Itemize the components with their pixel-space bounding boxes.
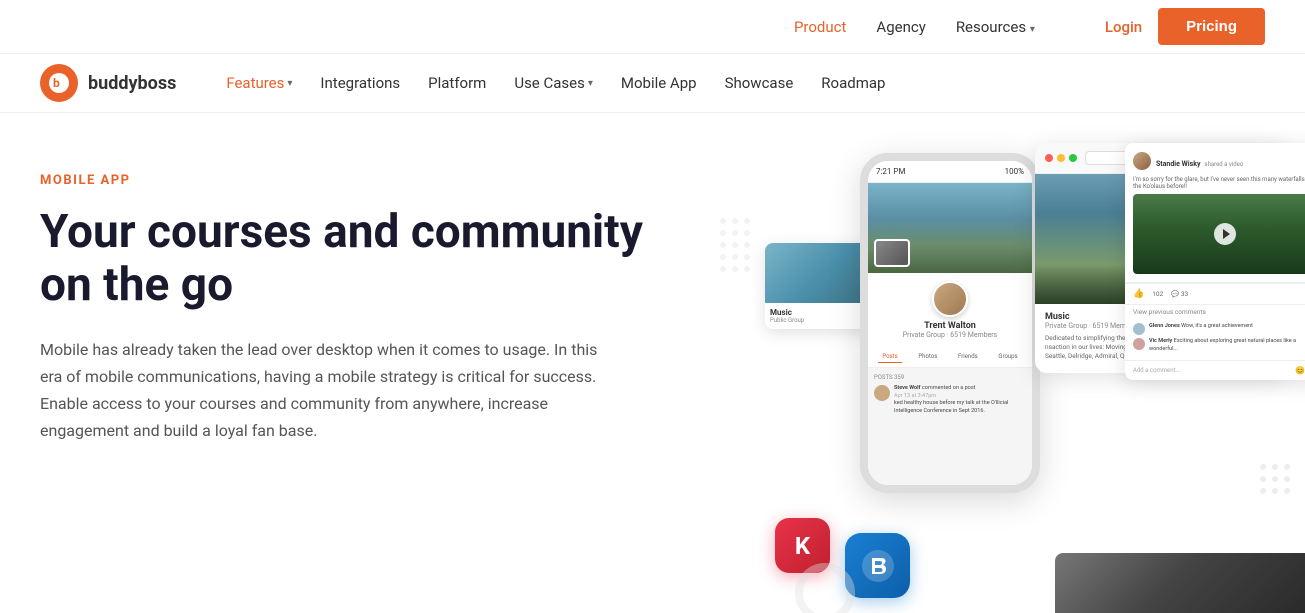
add-comment-placeholder: Add a comment...: [1133, 367, 1180, 374]
machinery-bg: [1055, 553, 1305, 613]
nav-use-cases[interactable]: Use Cases ▾: [514, 74, 593, 92]
top-nav: Product Agency Resources ▾: [794, 18, 1035, 36]
view-comments-label: View previous comments: [1125, 304, 1305, 319]
pricing-button[interactable]: Pricing: [1158, 8, 1265, 45]
header-bottom: b buddyboss Features ▾ Integrations Plat…: [0, 54, 1305, 112]
comments-count: 💬 33: [1171, 290, 1188, 298]
phone-screen: 7:21 PM 100% Trent Walton Private Group …: [868, 161, 1032, 485]
post-avatar: [874, 385, 890, 401]
poster-name: Steve Wolf: [894, 385, 921, 391]
thumbs-up-icon: 👍: [1133, 289, 1144, 299]
phone-profile: Trent Walton Private Group · 6519 Member…: [868, 273, 1032, 347]
maximize-dot: [1069, 154, 1077, 162]
post-text: Steve Wolf commented on a post Apr 13 at…: [894, 385, 1026, 416]
login-button[interactable]: Login: [1105, 18, 1142, 36]
nav-resources-label: Resources: [956, 18, 1026, 36]
svg-text:b: b: [53, 76, 60, 90]
chevron-down-icon: ▾: [1030, 24, 1035, 35]
window-controls: [1045, 154, 1077, 162]
social-card: Standie Wisky shared a video I'm so sorr…: [1125, 143, 1305, 380]
chevron-down-icon: ▾: [287, 78, 292, 89]
comment-item-1: Glenn Jones Wow, it's a great achievemen…: [1133, 323, 1305, 335]
social-user-info: Standie Wisky shared a video: [1156, 151, 1243, 170]
description-text: Mobile has already taken the lead over d…: [40, 336, 600, 445]
comment-text-2: Vic Merly Exciting about exploring great…: [1149, 338, 1305, 353]
comment-preview: I'm so sorry for the glare, but I've nev…: [1133, 174, 1305, 194]
social-avatar: [1133, 152, 1151, 170]
phone-nav-photos[interactable]: Photos: [914, 351, 941, 363]
comment-text-1: Glenn Jones Wow, it's a great achievemen…: [1149, 323, 1253, 331]
social-action-text: shared a video: [1204, 161, 1243, 168]
phone-nav-groups[interactable]: Groups: [994, 351, 1021, 363]
social-reactions: 👍 102 💬 33: [1125, 283, 1305, 304]
avatar: [932, 281, 968, 317]
main-content: MOBILE APP Your courses and community on…: [0, 113, 1305, 613]
header-top: Product Agency Resources ▾ Login Pricing: [0, 0, 1305, 54]
post-item: Steve Wolf commented on a post Apr 13 at…: [874, 385, 1026, 416]
social-comments: Glenn Jones Wow, it's a great achievemen…: [1125, 319, 1305, 360]
social-video: [1133, 194, 1305, 274]
phone-content: POSTS 359 Steve Wolf commented on a post…: [868, 368, 1032, 428]
logo-text: buddyboss: [88, 73, 176, 94]
phone-status-bar: 7:21 PM 100%: [868, 161, 1032, 183]
profile-subtitle: Private Group · 6519 Members: [876, 331, 1024, 339]
bottom-nav: Features ▾ Integrations Platform Use Cas…: [226, 74, 885, 92]
phone-battery: 100%: [1005, 167, 1024, 176]
play-button[interactable]: [1214, 223, 1236, 245]
comment-avatar-1: [1133, 323, 1145, 335]
phone-mockup: 7:21 PM 100% Trent Walton Private Group …: [860, 153, 1040, 493]
phone-nav-posts[interactable]: Posts: [878, 351, 901, 363]
top-actions: Login Pricing: [1105, 8, 1265, 45]
social-user-row: Standie Wisky shared a video: [1133, 151, 1305, 170]
nav-showcase[interactable]: Showcase: [725, 74, 794, 92]
section-label: MOBILE APP: [40, 173, 690, 188]
chevron-down-icon: ▾: [588, 78, 593, 89]
nav-product[interactable]: Product: [794, 18, 846, 36]
nav-roadmap[interactable]: Roadmap: [821, 74, 885, 92]
post-body: ked healthy house before my talk at the …: [894, 400, 1008, 414]
bottom-machinery-image: [1055, 553, 1305, 613]
phone-nav-friends[interactable]: Friends: [954, 351, 982, 363]
nav-mobile-app[interactable]: Mobile App: [621, 74, 697, 92]
social-username: Standie Wisky: [1156, 160, 1201, 168]
app-k-letter: K: [795, 532, 810, 560]
play-icon: [1223, 229, 1230, 239]
close-dot: [1045, 154, 1053, 162]
send-icons: 😊 📷: [1295, 366, 1305, 375]
nav-integrations[interactable]: Integrations: [320, 74, 400, 92]
nav-resources[interactable]: Resources ▾: [956, 18, 1035, 36]
page-title: Your courses and community on the go: [40, 206, 690, 312]
illustration: Music Public Group 7:21 PM 100%: [715, 133, 1305, 613]
nav-agency[interactable]: Agency: [876, 18, 925, 36]
buddyboss-app-icon: [860, 548, 896, 584]
profile-name: Trent Walton: [876, 321, 1024, 331]
left-content: MOBILE APP Your courses and community on…: [40, 173, 690, 445]
header: Product Agency Resources ▾ Login Pricing…: [0, 0, 1305, 113]
logo-icon: b: [40, 64, 78, 102]
reaction-count: 102: [1152, 290, 1163, 298]
comment-input-row: Add a comment... 😊 📷: [1125, 360, 1305, 380]
posts-count: POSTS 359: [874, 374, 1026, 381]
thumbnail-overlay: [874, 239, 910, 267]
phone-hero-image: [868, 183, 1032, 273]
social-card-header: Standie Wisky shared a video I'm so sorr…: [1125, 143, 1305, 283]
phone-nav: Posts Photos Friends Groups: [868, 347, 1032, 368]
logo[interactable]: b buddyboss: [40, 64, 176, 102]
nav-platform[interactable]: Platform: [428, 74, 486, 92]
comment-item-2: Vic Merly Exciting about exploring great…: [1133, 338, 1305, 353]
phone-time: 7:21 PM: [876, 167, 905, 176]
minimize-dot: [1057, 154, 1065, 162]
nav-features[interactable]: Features ▾: [226, 74, 292, 92]
dots-decoration-right: [1255, 459, 1305, 543]
comment-avatar-2: [1133, 338, 1145, 350]
